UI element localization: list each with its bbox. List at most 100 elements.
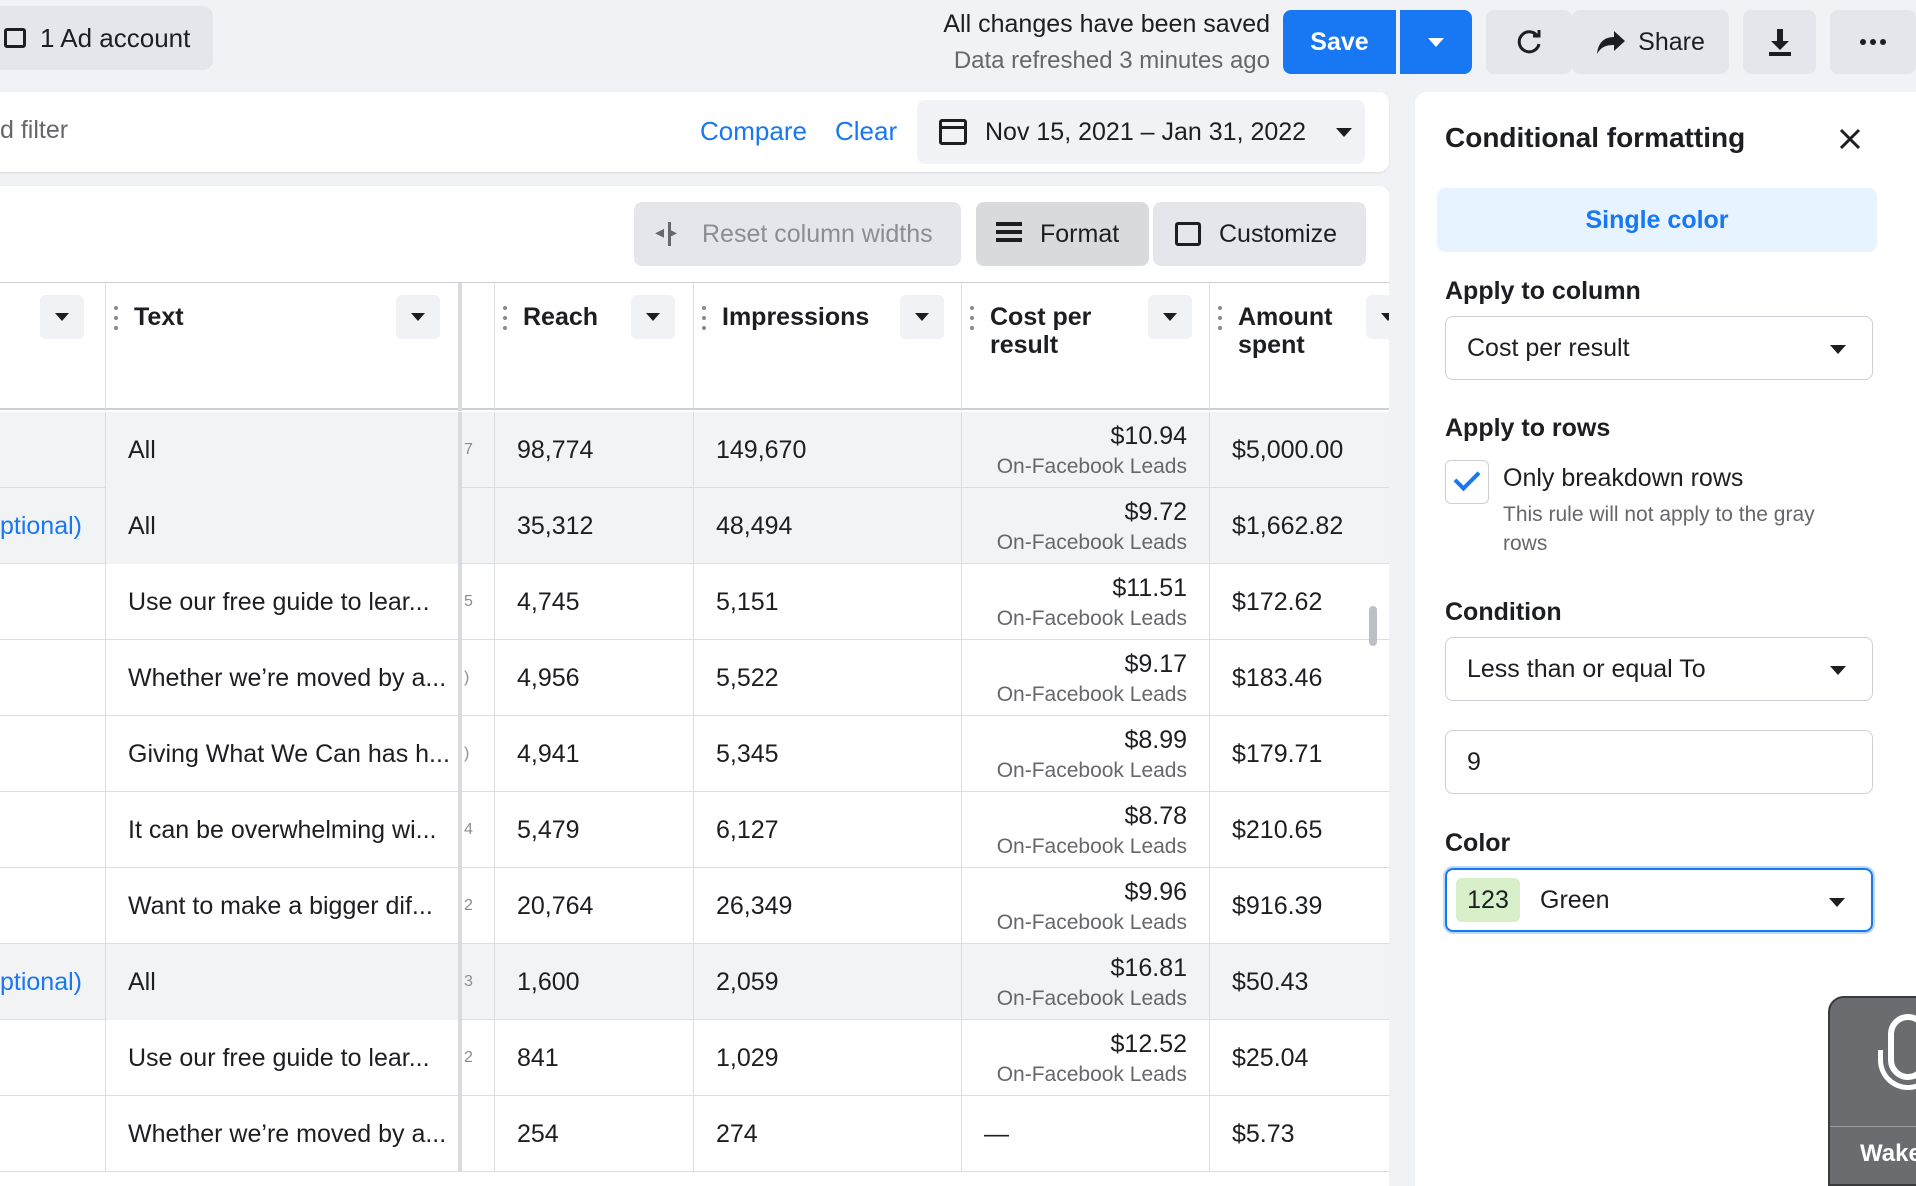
drag-handle-icon[interactable] [702,303,706,333]
cost-per-result-value: $9.17 [1124,649,1187,678]
drag-handle-icon[interactable] [1218,303,1222,333]
table-row[interactable]: Use our free guide to lear... 2 841 1,029 $1… [0,1020,1389,1096]
row-text-cell: Whether we’re moved by a... [106,1096,462,1172]
close-panel-button[interactable] [1827,116,1873,162]
row-text-cell: Giving What We Can has h... [106,716,462,792]
table-row[interactable]: It can be overwhelming wi... 4 5,479 6,127 $… [0,792,1389,868]
refresh-button[interactable] [1486,10,1572,74]
row-name-cell[interactable]: ptional) [0,944,106,1020]
color-select[interactable]: 123 Green [1445,868,1873,932]
table-scrollbar[interactable] [1369,606,1377,646]
cost-per-result-value: $12.52 [1110,1029,1187,1058]
apply-to-column-label: Apply to column [1445,277,1641,305]
row-text-cell: Want to make a bigger dif... [106,868,462,944]
column-header-amount-spent[interactable]: Amount spent [1210,283,1389,411]
column-sort-button[interactable] [900,295,944,339]
column-header-impressions-label: Impressions [722,303,870,331]
row-name-cell[interactable]: ptional) [0,488,106,564]
table-row[interactable]: All 7 98,774 149,670 $10.94 On-Facebook Leads… [0,412,1389,488]
date-range-picker[interactable]: Nov 15, 2021 – Jan 31, 2022 [917,100,1365,164]
row-name-cell[interactable] [0,716,106,792]
row-reach-cell: 841 [495,1020,694,1096]
column-header-name[interactable] [0,283,106,411]
column-header-text-label: Text [134,303,184,331]
table-row[interactable]: ptional) All 3 1,600 2,059 $16.81 On-Facebook … [0,944,1389,1020]
column-header-reach[interactable]: Reach [495,283,694,411]
row-text-cell: It can be overwhelming wi... [106,792,462,868]
dictation-label: Wake [1860,1140,1916,1167]
row-amount-spent-cell: $5,000.00 [1232,435,1344,464]
dictation-widget[interactable]: Wake [1828,996,1916,1186]
save-button[interactable]: Save [1283,10,1396,74]
row-name-cell[interactable] [0,1020,106,1096]
row-name-cell[interactable] [0,640,106,716]
format-icon [996,222,1022,246]
share-button[interactable]: Share [1572,10,1729,74]
row-amount-spent-cell: $183.46 [1232,663,1323,692]
reset-column-widths-button[interactable]: Reset column widths [634,202,961,266]
drag-handle-icon[interactable] [114,303,118,333]
column-sort-button[interactable] [396,295,440,339]
filter-input[interactable]: d filter [0,116,68,145]
row-name-cell[interactable] [0,564,106,640]
cost-per-result-value: $16.81 [1110,953,1187,982]
column-header-text[interactable]: Text [106,283,462,411]
table-row[interactable]: Giving What We Can has h...) 4,941 5,345 $8… [0,716,1389,792]
cost-per-result-type: On-Facebook Leads [996,682,1187,706]
threshold-input[interactable]: 9 [1445,730,1873,794]
row-cost-per-result-cell: $8.78 On-Facebook Leads [962,792,1210,868]
column-header-impressions[interactable]: Impressions [694,283,962,411]
ad-account-selector[interactable]: 1 Ad account [0,6,213,70]
row-reach-cell: 4,941 [495,716,694,792]
format-label: Format [1040,219,1120,248]
format-button[interactable]: Format [976,202,1149,266]
table-row[interactable]: Use our free guide to lear... 5 4,745 5,151… [0,564,1389,640]
panel-title: Conditional formatting [1445,122,1746,153]
condition-select[interactable]: Less than or equal To [1445,637,1873,701]
row-amount-spent-cell: $25.04 [1232,1043,1309,1072]
ad-account-icon [4,28,26,48]
row-name-cell[interactable] [0,792,106,868]
row-reach-cell: 4,745 [495,564,694,640]
apply-to-column-select[interactable]: Cost per result [1445,316,1873,380]
row-reach-cell: 4,956 [495,640,694,716]
only-breakdown-rows-checkbox[interactable] [1445,460,1489,504]
compare-link[interactable]: Compare [700,116,807,147]
row-name-cell[interactable] [0,868,106,944]
cost-per-result-value: $9.72 [1124,497,1187,526]
column-sort-button[interactable] [1366,295,1389,339]
microphone-stand-icon [1878,1050,1916,1090]
table-row[interactable]: ptional) All 35,312 48,494 $9.72 On-Facebook … [0,488,1389,564]
column-resize-icon [655,222,684,246]
row-reach-cell: 254 [495,1096,694,1172]
row-collapsed-cell: 2 [462,868,495,944]
column-sort-button[interactable] [40,295,84,339]
row-amount-spent-cell: $210.65 [1232,815,1323,844]
cost-per-result-type: On-Facebook Leads [996,986,1187,1010]
table-row[interactable]: Want to make a bigger dif... 2 20,764 26,34… [0,868,1389,944]
drag-handle-icon[interactable] [970,303,974,333]
row-name-cell[interactable] [0,1096,106,1172]
column-sort-button[interactable] [1148,295,1192,339]
clear-link[interactable]: Clear [835,116,897,147]
export-button[interactable] [1743,10,1816,74]
customize-button[interactable]: Customize [1153,202,1366,266]
row-reach-cell: 20,764 [495,868,694,944]
chevron-down-icon [1829,898,1845,907]
only-breakdown-rows-help: This rule will not apply to the gray row… [1503,503,1815,555]
column-header-reach-label: Reach [523,303,599,331]
more-options-button[interactable] [1830,10,1916,74]
row-name-cell[interactable] [0,412,106,488]
save-options-dropdown[interactable] [1400,10,1472,74]
column-header-cost-per-result[interactable]: Cost per result [962,283,1210,411]
single-color-tab[interactable]: Single color [1437,188,1877,252]
table-row[interactable]: Whether we’re moved by a...) 4,956 5,522 $9… [0,640,1389,716]
row-amount-spent-cell: $50.43 [1232,967,1309,996]
row-text-cell: All [106,488,462,564]
table-row[interactable]: Whether we’re moved by a... 254 274 — $5.73 [0,1096,1389,1172]
cost-per-result-type: On-Facebook Leads [996,834,1187,858]
drag-handle-icon[interactable] [503,303,507,333]
column-header-collapsed [462,283,495,411]
column-sort-button[interactable] [631,295,675,339]
calendar-icon [939,119,967,145]
